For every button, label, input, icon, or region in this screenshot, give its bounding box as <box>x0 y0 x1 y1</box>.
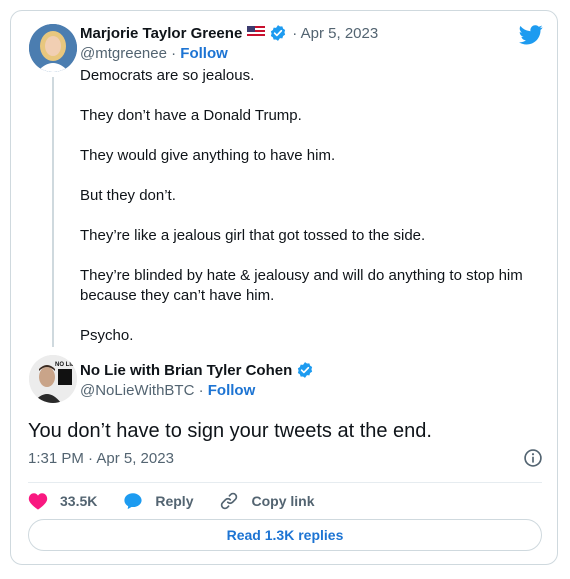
link-icon <box>221 492 238 510</box>
reply-label: Reply <box>155 493 194 509</box>
verified-badge-icon <box>271 25 286 41</box>
quoted-paragraph: Psycho. <box>80 327 134 344</box>
reply-handle-row: @NoLieWithBTC · Follow <box>80 382 256 399</box>
quoted-handle[interactable]: @mtgreenee <box>80 45 167 62</box>
us-flag-icon <box>247 25 266 42</box>
copy-link-label: Copy link <box>251 493 315 509</box>
read-replies-label: Read 1.3K replies <box>226 527 344 543</box>
reply-author-row: No Lie with Brian Tyler Cohen <box>80 361 314 379</box>
reply-handle[interactable]: @NoLieWithBTC <box>80 382 194 399</box>
quoted-paragraph: Democrats are so jealous. <box>80 67 255 84</box>
divider <box>28 482 542 483</box>
follow-quoted-button[interactable]: Follow <box>180 45 228 62</box>
action-bar: 33.5K Reply Copy link <box>28 489 341 513</box>
tweet-timestamp[interactable]: 1:31 PM · Apr 5, 2023 <box>28 450 174 467</box>
reply-bubble-icon <box>124 493 142 510</box>
copy-link-button[interactable]: Copy link <box>219 491 315 511</box>
quoted-paragraph: They’re blinded by hate & jealousy and w… <box>80 267 523 304</box>
avatar-text: NO LIE <box>55 362 75 368</box>
quoted-paragraph: They would give anything to have him. <box>80 147 336 164</box>
quoted-paragraph: But they don’t. <box>80 187 176 204</box>
mtg-avatar[interactable] <box>29 24 77 72</box>
quoted-author-name[interactable]: Marjorie Taylor Greene <box>80 25 242 42</box>
quoted-date[interactable]: · Apr 5, 2023 <box>292 25 378 42</box>
reply-author-name[interactable]: No Lie with Brian Tyler Cohen <box>80 362 292 379</box>
read-replies-button[interactable]: Read 1.3K replies <box>28 519 542 551</box>
follow-reply-button[interactable]: Follow <box>208 382 256 399</box>
reply-button[interactable]: Reply <box>123 492 193 510</box>
thread-line <box>52 77 54 347</box>
heart-icon <box>28 493 48 510</box>
reply-tweet-text: You don’t have to sign your tweets at th… <box>28 420 432 442</box>
verified-badge-icon <box>298 362 313 378</box>
twitter-bird-icon[interactable] <box>519 25 543 45</box>
quoted-author-row: Marjorie Taylor Greene · Apr 5, 2023 <box>80 24 378 42</box>
like-button[interactable]: 33.5K <box>28 492 97 510</box>
tweet-embed-card: Marjorie Taylor Greene · Apr 5, 2023 @mt… <box>10 10 558 565</box>
quoted-paragraph: They’re like a jealous girl that got tos… <box>80 227 426 244</box>
like-count: 33.5K <box>60 493 98 509</box>
quoted-handle-row: @mtgreenee · Follow <box>80 45 228 62</box>
quoted-paragraph: They don’t have a Donald Trump. <box>80 107 302 124</box>
quoted-tweet-text: Democrats are so jealous. They don’t hav… <box>80 66 540 366</box>
nolie-avatar[interactable]: NO LIE <box>29 355 77 403</box>
info-icon[interactable] <box>523 448 543 468</box>
